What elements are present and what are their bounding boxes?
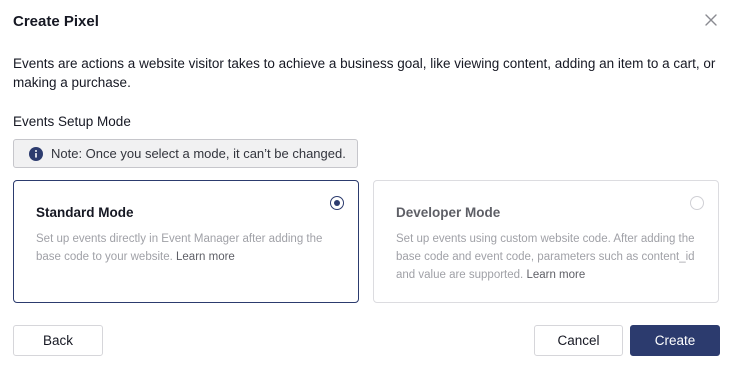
info-icon [29, 146, 43, 161]
standard-mode-description: Set up events directly in Event Manager … [36, 230, 336, 266]
standard-mode-radio[interactable] [330, 196, 344, 210]
create-button[interactable]: Create [630, 325, 720, 356]
create-pixel-dialog: Create Pixel Events are actions a websit… [0, 0, 730, 374]
back-button[interactable]: Back [13, 325, 103, 356]
developer-mode-card[interactable]: Developer Mode Set up events using custo… [373, 180, 719, 303]
standard-mode-card[interactable]: Standard Mode Set up events directly in … [13, 180, 359, 303]
cancel-button[interactable]: Cancel [534, 325, 623, 356]
developer-mode-description: Set up events using custom website code.… [396, 230, 696, 284]
note-text: Note: Once you select a mode, it can’t b… [51, 146, 346, 161]
mode-note-banner: Note: Once you select a mode, it can’t b… [13, 139, 358, 168]
events-setup-mode-label: Events Setup Mode [13, 114, 131, 129]
dialog-title: Create Pixel [13, 13, 99, 30]
developer-mode-learn-more-link[interactable]: Learn more [526, 269, 585, 281]
standard-mode-learn-more-link[interactable]: Learn more [176, 251, 235, 263]
developer-mode-radio[interactable] [690, 196, 704, 210]
developer-mode-title: Developer Mode [396, 205, 501, 220]
close-icon[interactable] [702, 11, 720, 29]
standard-mode-title: Standard Mode [36, 205, 134, 220]
dialog-description: Events are actions a website visitor tak… [13, 56, 716, 90]
